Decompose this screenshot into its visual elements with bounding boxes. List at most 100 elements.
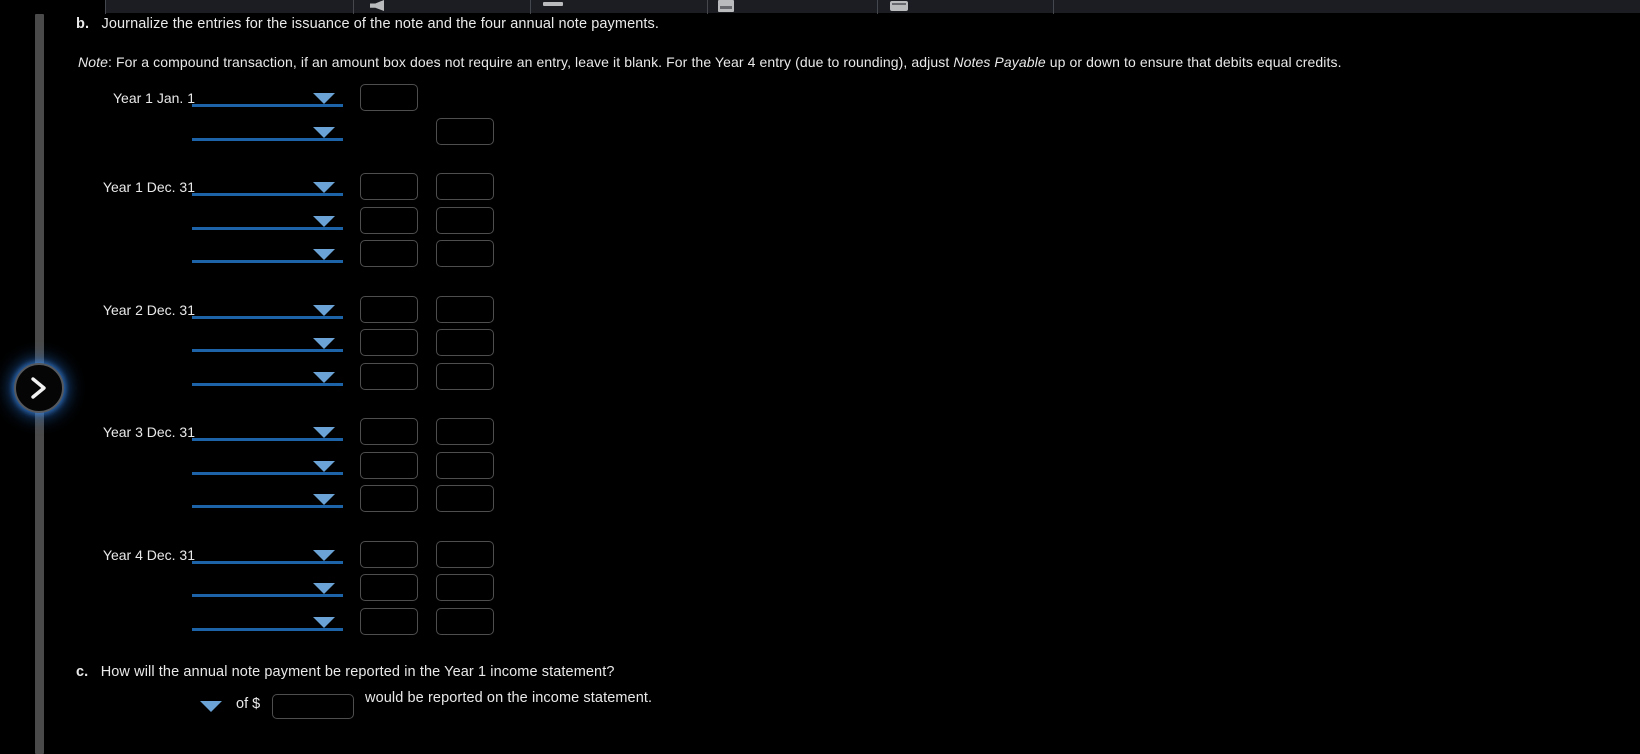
chevron-down-icon: [200, 701, 222, 712]
note-label: Note: [78, 54, 108, 70]
journal-row: [0, 117, 520, 151]
credit-amount-input[interactable]: [436, 418, 494, 445]
debit-amount-input[interactable]: [360, 607, 418, 635]
income-statement-account-dropdown[interactable]: [196, 697, 230, 717]
journal-row: [0, 451, 520, 485]
debit-amount-input[interactable]: [360, 574, 418, 601]
debit-amount-input[interactable]: [360, 173, 418, 200]
dropdown-underline: [192, 438, 343, 441]
toolbar-divider: [707, 0, 708, 14]
question-c-tail-text: would be reported on the income statemen…: [365, 690, 653, 706]
dropdown-underline: [192, 471, 343, 475]
credit-amount-input[interactable]: [436, 240, 494, 267]
page-root: b. Journalize the entries for the issuan…: [0, 0, 1640, 754]
journal-row: [0, 206, 520, 240]
journal-row: Year 4 Dec. 31: [0, 540, 520, 574]
account-dropdown[interactable]: [192, 451, 343, 481]
chevron-down-icon: [313, 338, 335, 349]
chevron-down-icon: [313, 126, 335, 138]
account-dropdown[interactable]: [192, 206, 343, 236]
debit-amount-input[interactable]: [360, 295, 418, 323]
dropdown-underline: [192, 137, 343, 141]
chevron-down-icon: [313, 460, 335, 472]
question-b-label: b.: [76, 16, 90, 32]
journal-row: [0, 239, 520, 273]
credit-amount-input[interactable]: [436, 485, 494, 512]
chevron-down-icon: [313, 215, 335, 227]
content-area: b. Journalize the entries for the issuan…: [0, 14, 1640, 754]
journal-row: [0, 484, 520, 518]
journal-row: Year 3 Dec. 31: [0, 417, 520, 451]
dropdown-underline: [192, 505, 343, 508]
debit-amount-input[interactable]: [360, 206, 418, 234]
debit-amount-input[interactable]: [360, 485, 418, 512]
account-dropdown[interactable]: [192, 295, 343, 325]
credit-amount-input[interactable]: [436, 295, 494, 323]
journal-date-label: Year 1 Dec. 31: [102, 179, 195, 195]
debit-amount-input[interactable]: [360, 84, 418, 111]
grid-icon[interactable]: [718, 0, 734, 12]
income-statement-amount-input[interactable]: [272, 694, 354, 719]
journal-row: Year 1 Dec. 31: [0, 172, 520, 206]
journal-row: [0, 328, 520, 362]
credit-amount-input[interactable]: [436, 117, 494, 145]
account-dropdown[interactable]: [192, 239, 343, 269]
toolbar-divider: [877, 0, 878, 14]
dropdown-underline: [192, 627, 343, 631]
question-c: c. How will the annual note payment be r…: [76, 664, 615, 680]
credit-amount-input[interactable]: [436, 362, 494, 390]
credit-amount-input[interactable]: [436, 574, 494, 601]
debit-amount-input[interactable]: [360, 329, 418, 356]
debit-amount-input[interactable]: [360, 240, 418, 267]
question-b-text: Journalize the entries for the issuance …: [101, 16, 660, 32]
credit-amount-input[interactable]: [436, 451, 494, 479]
credit-amount-input[interactable]: [436, 329, 494, 356]
chevron-down-icon: [313, 182, 335, 193]
dropdown-underline: [192, 260, 343, 263]
note-text-part1: : For a compound transaction, if an amou…: [107, 54, 954, 70]
dropdown-underline: [192, 315, 343, 319]
account-dropdown[interactable]: [192, 117, 343, 147]
credit-amount-input[interactable]: [436, 607, 494, 635]
account-dropdown[interactable]: [192, 417, 343, 447]
account-dropdown[interactable]: [192, 172, 343, 202]
of-dollar-label: of $: [236, 696, 261, 712]
journal-date-label: Year 3 Dec. 31: [102, 424, 195, 440]
debit-amount-input[interactable]: [360, 418, 418, 445]
note-line: Note: For a compound transaction, if an …: [78, 54, 1342, 70]
debit-amount-input[interactable]: [360, 362, 418, 390]
credit-amount-input[interactable]: [436, 540, 494, 568]
minimize-icon[interactable]: [543, 2, 563, 6]
debit-amount-input[interactable]: [360, 451, 418, 479]
journal-row: Year 1 Jan. 1: [0, 83, 520, 117]
account-dropdown[interactable]: [192, 573, 343, 603]
toolbar-divider: [530, 0, 531, 14]
credit-amount-input[interactable]: [436, 206, 494, 234]
question-c-text: How will the annual note payment be repo…: [100, 664, 615, 680]
chevron-down-icon: [313, 494, 335, 505]
account-dropdown[interactable]: [192, 607, 343, 637]
account-dropdown[interactable]: [192, 83, 343, 113]
chevron-down-icon: [313, 93, 335, 104]
account-dropdown[interactable]: [192, 328, 343, 358]
chevron-down-icon: [313, 249, 335, 260]
question-c-label: c.: [76, 664, 89, 680]
toolbar-divider: [105, 0, 106, 14]
account-dropdown[interactable]: [192, 484, 343, 514]
credit-amount-input[interactable]: [436, 173, 494, 200]
account-dropdown[interactable]: [192, 540, 343, 570]
note-italic-term: Notes Payable: [953, 54, 1046, 70]
account-dropdown[interactable]: [192, 362, 343, 392]
chevron-down-icon: [313, 304, 335, 316]
debit-amount-input[interactable]: [360, 540, 418, 568]
note-text-part2: up or down to ensure that debits equal c…: [1045, 54, 1342, 70]
chevron-down-icon: [313, 583, 335, 594]
dropdown-underline: [192, 349, 343, 352]
speaker-icon[interactable]: [370, 0, 384, 11]
window-icon[interactable]: [890, 1, 908, 11]
chevron-down-icon: [313, 427, 335, 438]
dropdown-underline: [192, 193, 343, 196]
dropdown-underline: [192, 226, 343, 230]
toolbar-divider: [353, 0, 354, 14]
chevron-down-icon: [313, 549, 335, 561]
